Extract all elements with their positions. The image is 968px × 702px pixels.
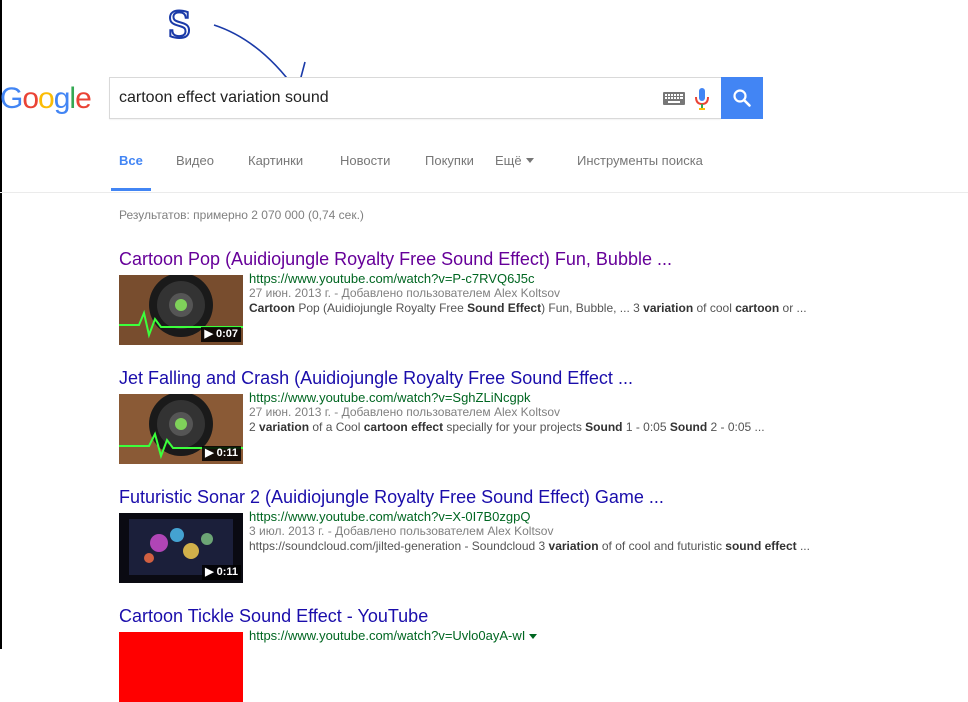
handwritten-annotation: S bbox=[166, 5, 306, 98]
search-result: Cartoon Pop (Auidiojungle Royalty Free S… bbox=[119, 249, 939, 345]
result-meta: 27 июн. 2013 г. - Добавлено пользователе… bbox=[249, 405, 561, 419]
snippet-highlight: sound effect bbox=[725, 539, 797, 553]
search-input[interactable] bbox=[119, 78, 639, 118]
tab-images[interactable]: Картинки bbox=[248, 153, 303, 168]
snippet-text: 2 bbox=[249, 420, 260, 434]
keyboard-icon[interactable] bbox=[663, 92, 685, 105]
video-thumbnail[interactable]: ▶ 0:11 bbox=[119, 394, 243, 464]
chevron-down-icon bbox=[525, 158, 534, 163]
result-meta: 27 июн. 2013 г. - Добавлено пользователе… bbox=[249, 286, 561, 300]
microphone-icon[interactable] bbox=[694, 87, 710, 111]
result-snippet: https://soundcloud.com/jilted-generation… bbox=[249, 539, 929, 554]
snippet-text: or ... bbox=[779, 301, 807, 315]
result-snippet: Cartoon Pop (Auidiojungle Royalty Free S… bbox=[249, 301, 929, 316]
snippet-text: specially for your projects bbox=[443, 420, 586, 434]
google-logo[interactable]: Google bbox=[0, 82, 92, 116]
result-url[interactable]: https://www.youtube.com/watch?v=X-0I7B0z… bbox=[249, 509, 929, 524]
snippet-highlight: variation bbox=[259, 420, 310, 434]
tab-shopping[interactable]: Покупки bbox=[425, 153, 474, 168]
snippet-text: Pop (Auidiojungle Royalty Free bbox=[295, 301, 468, 315]
search-icon bbox=[733, 89, 751, 107]
video-thumbnail[interactable]: ▶ 0:11 bbox=[119, 513, 243, 583]
result-url[interactable]: https://www.youtube.com/watch?v=P-c7RVQ6… bbox=[249, 271, 929, 286]
snippet-highlight: cartoon bbox=[735, 301, 780, 315]
result-title-link[interactable]: Jet Falling and Crash (Auidiojungle Roya… bbox=[119, 368, 939, 389]
snippet-highlight: Sound bbox=[669, 420, 708, 434]
snippet-text: futuristic bbox=[677, 539, 726, 553]
tab-more[interactable]: Ещё bbox=[495, 153, 534, 168]
search-result: Cartoon Tickle Sound Effect - YouTube ht… bbox=[119, 606, 939, 702]
result-url[interactable]: https://www.youtube.com/watch?v=Uvlo0ayA… bbox=[249, 628, 929, 643]
snippet-highlight: variation bbox=[548, 539, 599, 553]
snippet-highlight: variation bbox=[643, 301, 694, 315]
video-duration: ▶ 0:11 bbox=[202, 446, 241, 461]
snippet-highlight: Sound bbox=[585, 420, 623, 434]
tab-news[interactable]: Новости bbox=[340, 153, 390, 168]
search-result: Futuristic Sonar 2 (Auidiojungle Royalty… bbox=[119, 487, 939, 583]
snippet-text: ... bbox=[796, 539, 810, 553]
search-box[interactable] bbox=[109, 77, 721, 119]
result-stats: Результатов: примерно 2 070 000 (0,74 се… bbox=[119, 208, 364, 222]
video-thumbnail[interactable]: ▶ 0:07 bbox=[119, 275, 243, 345]
snippet-highlight: Cartoon bbox=[249, 301, 295, 315]
snippet-text: of a Cool bbox=[309, 420, 364, 434]
result-title-link[interactable]: Cartoon Pop (Auidiojungle Royalty Free S… bbox=[119, 249, 939, 270]
snippet-highlight: cartoon effect bbox=[363, 420, 444, 434]
video-duration: ▶ 0:11 bbox=[202, 565, 241, 580]
result-title-link[interactable]: Futuristic Sonar 2 (Auidiojungle Royalty… bbox=[119, 487, 939, 508]
active-tab-indicator bbox=[111, 188, 151, 191]
snippet-text: https://soundcloud.com/jilted-generation… bbox=[249, 539, 549, 553]
search-result: Jet Falling and Crash (Auidiojungle Roya… bbox=[119, 368, 939, 464]
snippet-text: of cool bbox=[693, 301, 736, 315]
tab-all[interactable]: Все bbox=[119, 153, 143, 168]
result-meta: 3 июл. 2013 г. - Добавлено пользователем… bbox=[249, 524, 554, 538]
tab-video[interactable]: Видео bbox=[176, 153, 214, 168]
snippet-text: 2 - 0:05 ... bbox=[707, 420, 765, 434]
snippet-text: of of cool and bbox=[598, 539, 678, 553]
snippet-text: ) Fun, Bubble, ... 3 bbox=[541, 301, 644, 315]
result-snippet: 2 variation of a Cool cartoon effect spe… bbox=[249, 420, 929, 435]
annotation-letter: S bbox=[167, 6, 192, 47]
snippet-highlight: Sound Effect bbox=[467, 301, 542, 315]
video-thumbnail[interactable] bbox=[119, 632, 243, 702]
result-title-link[interactable]: Cartoon Tickle Sound Effect - YouTube bbox=[119, 606, 939, 627]
url-dropdown-arrow-icon[interactable] bbox=[529, 634, 538, 639]
search-tabs: Все Видео Картинки Новости Покупки Ещё И… bbox=[0, 140, 968, 193]
search-button[interactable] bbox=[721, 77, 763, 119]
tab-search-tools[interactable]: Инструменты поиска bbox=[577, 153, 703, 168]
video-duration: ▶ 0:07 bbox=[201, 327, 241, 342]
snippet-text: 1 - 0:05 bbox=[622, 420, 670, 434]
tab-more-label: Ещё bbox=[495, 153, 522, 168]
result-url[interactable]: https://www.youtube.com/watch?v=SghZLiNc… bbox=[249, 390, 929, 405]
